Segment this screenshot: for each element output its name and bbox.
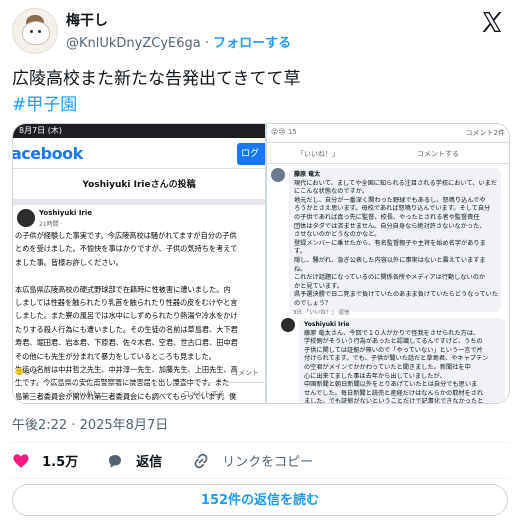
- divider: [12, 478, 508, 479]
- tweet-text-block: 広陵高校また新たな告発出てきてて草 #甲子園: [12, 66, 301, 118]
- avatar-eye: [38, 30, 41, 33]
- text-line: 寿君、堀田君、岩本君、下原君、佐々木君、空君、世古口君、田中君: [15, 338, 238, 348]
- phone-status-bar: 8月7日 (木): [13, 124, 265, 138]
- text-line: 本広島県広陵高校の硬式野球部で在籍時に性被害に遭いました。内: [15, 284, 231, 294]
- text-line: 心に出来てました事は去年から出していましたが、: [304, 372, 446, 380]
- comments-action-bar: 「いいね！」 コメントする: [267, 143, 509, 164]
- user-handle[interactable]: @KnlUkDnyZCyE6ga: [66, 36, 201, 51]
- text-line: その他にも先生が分まれて暴力をしているところも見ました。: [15, 351, 216, 361]
- commenter-avatar: [281, 318, 295, 332]
- text-line: 団体はタダでは済ませません。自分自身なら絶対許さないなかった、: [294, 222, 486, 230]
- divider: [12, 442, 508, 443]
- text-line: 付けられてます。でも、子供が聞いた話だと草島君、やキャプテン: [304, 355, 489, 363]
- reply-icon: [109, 455, 121, 468]
- media-image-facebook-comments[interactable]: 😮😢 15 コメント2件 「いいね！」 コメントする 藤原 竜太 現代において、…: [267, 124, 509, 403]
- text-line: 県予選決勝で日二死まで負けていたのあまま負けていたらどうなっていた: [294, 291, 498, 299]
- avatar[interactable]: [12, 8, 58, 54]
- comments-top: 😮😢 15 コメント2件: [267, 124, 509, 143]
- text-line: たりする殺人行為にも遭いました。その生徒の名前は草島君、大下君: [15, 324, 238, 334]
- copy-link-button[interactable]: リンクをコピー: [192, 452, 313, 472]
- commenter-name: 藤原 竜太: [294, 171, 321, 178]
- text-line: これだけ話題になっているのに関係各所やメディアは行動しないのか: [294, 274, 486, 282]
- login-button: ログ: [237, 143, 265, 165]
- post-action-bar: 「いいね！」 コメントする: [13, 382, 265, 403]
- text-line: の子供が経験した事実です。今広陵高校は騒がれてますが自分の子供: [15, 231, 237, 240]
- comment-bubble: 藤原 竜太 現代において、ましてや全国に知られる注目される学校において、いまだに…: [289, 168, 501, 312]
- tweet-header: 梅干し @KnlUkDnyZCyE6ga · フォローする: [12, 8, 508, 58]
- text-line: 藤原 竜太さん、今回で１０人がかりで怪我をさせられた方は、: [304, 329, 480, 337]
- comment-text: 現代において、ましてや全国に知られる注目される学校において、いまだ にこんな状態な…: [294, 179, 498, 309]
- comment-label: コメントする: [183, 390, 225, 398]
- text-line: ました事。皆様お許しください。: [15, 257, 123, 267]
- text-line: ろうかとさえ思います。母校であれば怒鳴り込んでいます。そして自分: [294, 205, 491, 213]
- tweet-timestamp[interactable]: 午後2:22 · 2025年8月7日: [12, 414, 168, 433]
- avatar-face: [22, 21, 50, 45]
- comment-label: コメントする: [417, 150, 459, 158]
- tweet-actions: 1.5万 返信 リンクをコピー: [12, 450, 508, 474]
- text-line: しましては性器を触られたり乳首を触られたり性器の皮をむけやと言: [15, 298, 238, 308]
- text-line: 隠し、騒がれ、急ぎ公表した内容以外に事実はないと震えていますま: [294, 256, 486, 264]
- comment-meta: 3日 「いいね！」 返信: [293, 310, 350, 316]
- text-line: 生徒の名前は中井哲之先生、中井淳一先生、加藤先生、上田先生、高: [15, 365, 238, 375]
- copy-link-label: リンクをコピー: [222, 455, 314, 470]
- heart-icon: [13, 454, 29, 468]
- like-button[interactable]: 1.5万: [12, 452, 78, 472]
- x-logo-icon[interactable]: [480, 10, 504, 34]
- text-line: させないのかどうなのかなど。: [294, 231, 381, 239]
- author-name: Yoshiyuki Irie: [39, 209, 93, 217]
- separator: ·: [204, 36, 210, 51]
- avatar-eye: [30, 30, 33, 33]
- author-time: 21時間 ·: [39, 221, 63, 228]
- facebook-logo: acebook: [12, 144, 83, 163]
- handle-row: @KnlUkDnyZCyE6ga · フォローする: [66, 32, 291, 51]
- post-author: Yoshiyuki Irie 21時間 ·: [13, 205, 265, 231]
- text-line: しました。また寮の風呂では水中にしずめられたり熱湯や冷水をかけ: [15, 311, 238, 321]
- post-reactions: 🙁😢 2: [15, 368, 38, 376]
- text-line: 現代において、ましてや全国に知られる注目される学校において、いまだ: [294, 179, 498, 187]
- tweet-text: 広陵高校また新たな告発出てきてて草: [12, 69, 301, 89]
- media-image-facebook-post[interactable]: 8月7日 (木) acebook ログ Yoshiyuki Irieさんの投稿 …: [13, 124, 267, 403]
- facebook-header: acebook ログ: [13, 138, 265, 169]
- comment-bubble: Yoshiyuki Irie 藤原 竜太さん、今回で１０人がかりで怪我をさせられ…: [299, 318, 505, 404]
- link-icon: [194, 453, 208, 469]
- follow-button[interactable]: フォローする: [213, 36, 291, 51]
- comment-count: コメント: [231, 369, 259, 377]
- comment-total: コメント2件: [465, 129, 505, 137]
- text-line: の子供であれば真っ先に監督、校長、やったとされる者や監督責任: [294, 213, 480, 221]
- text-line: の空君がメインでかかわっていたと聞きました。新聞社を中: [304, 363, 471, 371]
- text-line: ました。でも証拠がないということだけで記事化できなかったと: [304, 398, 484, 404]
- text-line: とめを受けました。不愉快を事はかりですが、子供の気持ちを考えて: [15, 244, 238, 254]
- hashtag-link[interactable]: #甲子園: [12, 92, 301, 118]
- text-line: ね。: [294, 265, 307, 273]
- comment-reactions: 😮😢 15: [271, 128, 297, 136]
- like-label: 「いいね！」: [65, 390, 107, 398]
- reply-button[interactable]: 返信: [106, 452, 162, 472]
- like-count: 1.5万: [42, 455, 79, 470]
- reply-label: 返信: [136, 455, 163, 470]
- post-title: Yoshiyuki Irieさんの投稿: [13, 169, 265, 205]
- comment-text: 藤原 竜太さん、今回で１０人がかりで怪我をさせられた方は、 学校側がそういう行為が…: [304, 329, 500, 404]
- display-name[interactable]: 梅干し: [66, 10, 108, 30]
- post-body: の子供が経験した事実です。今広陵高校は騒がれてますが自分の子供 とめを受けました。…: [13, 231, 265, 403]
- commenter-name: Yoshiyuki Irie: [304, 321, 350, 328]
- like-label: 「いいね！」: [297, 150, 339, 158]
- text-line: 登録メンバーに乗せたから、有名監督親子や主将を始め名字がありま: [294, 239, 486, 247]
- text-line: す。: [294, 248, 306, 256]
- read-replies-button[interactable]: 152件の返信を読む: [12, 484, 508, 516]
- text-line: にこんな状態なのですか。: [294, 188, 369, 196]
- text-line: [15, 271, 263, 281]
- commenter-avatar: [271, 168, 285, 182]
- author-avatar: [17, 209, 35, 227]
- text-line: 中国新聞と朝日新聞以外をとりあげていたとは自分でも思いま: [304, 381, 478, 389]
- tweet-media[interactable]: 8月7日 (木) acebook ログ Yoshiyuki Irieさんの投稿 …: [12, 123, 510, 404]
- text-line: 学校側がそういう行為があったと認識してるんですけど、うちの: [304, 338, 483, 346]
